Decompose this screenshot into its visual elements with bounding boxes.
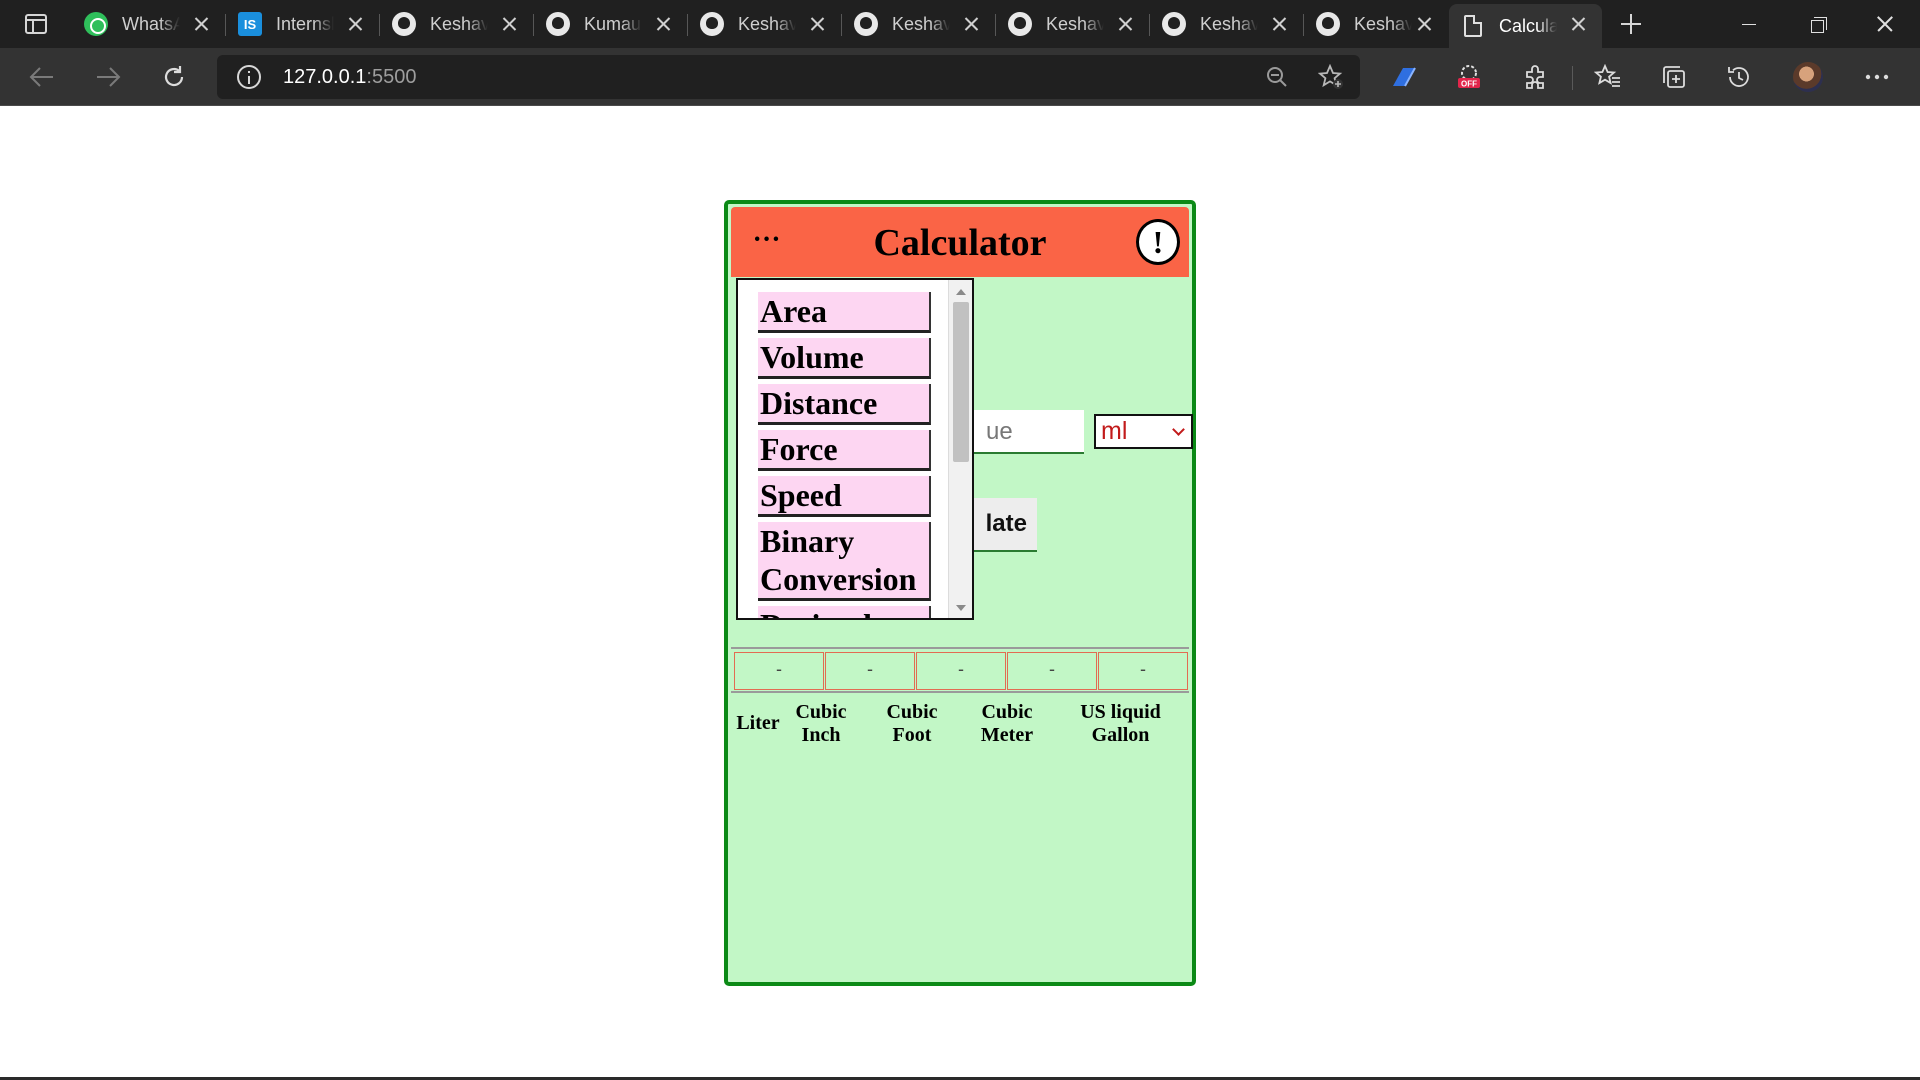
tab-close-icon[interactable] bbox=[1412, 12, 1436, 36]
label-cubic-inch: Cubic Inch bbox=[795, 701, 847, 746]
zoom-out-icon[interactable] bbox=[1263, 63, 1291, 91]
tab-close-icon[interactable] bbox=[1566, 12, 1590, 36]
tab-close-icon[interactable] bbox=[1113, 12, 1137, 36]
sidebar-toggle-button[interactable] bbox=[12, 8, 60, 40]
whatsapp-icon bbox=[84, 12, 108, 36]
tab-close-icon[interactable] bbox=[343, 12, 367, 36]
tab-github-keshav[interactable]: Keshav bbox=[1304, 4, 1448, 44]
calculator-header: ··· Calculator ! bbox=[731, 207, 1189, 277]
collections-icon[interactable] bbox=[1657, 60, 1691, 94]
toolbar-divider bbox=[1572, 66, 1573, 90]
info-button[interactable]: ! bbox=[1136, 219, 1180, 265]
result-cubic-meter: - bbox=[1007, 652, 1097, 690]
tab-github-keshav[interactable]: Keshav bbox=[688, 4, 842, 44]
menu-item-speed[interactable]: Speed bbox=[758, 476, 931, 517]
browser-toolbar: 127.0.0.1:5500 OFF bbox=[0, 48, 1920, 106]
address-bar[interactable]: 127.0.0.1:5500 bbox=[217, 55, 1360, 99]
tab-close-icon[interactable] bbox=[497, 12, 521, 36]
extensions-puzzle-icon[interactable] bbox=[1518, 60, 1552, 94]
menu-item-binary-conversion[interactable]: Binary Conversion bbox=[758, 522, 931, 601]
tab-title: Internshala bbox=[276, 13, 334, 34]
menu-item-area[interactable]: Area bbox=[758, 292, 931, 333]
reload-button[interactable] bbox=[156, 59, 192, 95]
conversion-menu: Area Volume Distance Force Speed Binary … bbox=[736, 278, 974, 620]
github-icon bbox=[1316, 12, 1340, 36]
page-icon bbox=[1461, 14, 1485, 38]
menu-item-force[interactable]: Force bbox=[758, 430, 931, 471]
tab-github-keshav[interactable]: Keshav bbox=[842, 4, 996, 44]
scrollbar-thumb[interactable] bbox=[953, 302, 969, 462]
extension-arrow-icon[interactable] bbox=[1386, 60, 1420, 94]
unit-select[interactable]: ml bbox=[1094, 414, 1193, 449]
history-icon[interactable] bbox=[1722, 60, 1756, 94]
url-text[interactable]: 127.0.0.1:5500 bbox=[283, 66, 416, 89]
tab-title: Keshav bbox=[1046, 13, 1104, 34]
browser-tab-bar: WhatsApp IS Internshala Keshav Kumau Kes… bbox=[0, 0, 1920, 48]
tab-close-icon[interactable] bbox=[651, 12, 675, 36]
tab-title: Calculator bbox=[1499, 15, 1557, 36]
sidebar-icon bbox=[25, 14, 47, 34]
tab-github-keshav[interactable]: Keshav bbox=[380, 4, 534, 44]
tab-title: Keshav bbox=[1354, 13, 1412, 34]
scroll-down-icon[interactable] bbox=[956, 605, 966, 611]
menu-item-distance[interactable]: Distance bbox=[758, 384, 931, 425]
tab-github-kumau[interactable]: Kumau bbox=[534, 4, 688, 44]
label-cubic-meter: Cubic Meter bbox=[980, 701, 1034, 746]
tab-title: Keshav bbox=[892, 13, 950, 34]
github-icon bbox=[854, 12, 878, 36]
tab-close-icon[interactable] bbox=[1267, 12, 1291, 36]
label-us-liquid-gallon: US liquid Gallon bbox=[1080, 701, 1161, 746]
reload-icon bbox=[164, 66, 184, 87]
unit-select-value: ml bbox=[1101, 417, 1128, 445]
forward-arrow-icon bbox=[97, 67, 121, 87]
tab-close-icon[interactable] bbox=[959, 12, 983, 36]
tab-title: Keshav bbox=[1200, 13, 1258, 34]
forward-button[interactable] bbox=[90, 59, 126, 95]
result-cubic-inch: - bbox=[825, 652, 915, 690]
add-favorite-icon[interactable] bbox=[1317, 63, 1345, 91]
tab-title: Keshav bbox=[738, 13, 796, 34]
results-row: - - - - - bbox=[731, 647, 1189, 693]
internshala-icon: IS bbox=[238, 12, 262, 36]
minimize-button[interactable] bbox=[1714, 0, 1784, 48]
tab-calculator-active[interactable]: Calculator bbox=[1449, 4, 1602, 48]
menu-item-volume[interactable]: Volume bbox=[758, 338, 931, 379]
tab-github-keshav[interactable]: Keshav bbox=[1150, 4, 1304, 44]
github-icon bbox=[546, 12, 570, 36]
back-arrow-icon bbox=[29, 67, 53, 87]
calculator-panel: ··· Calculator ! nversions ue ml late - … bbox=[724, 200, 1196, 986]
svg-text:OFF: OFF bbox=[1461, 80, 1477, 89]
page-title: Calculator bbox=[873, 222, 1047, 264]
tab-internshala[interactable]: IS Internshala bbox=[226, 4, 380, 44]
github-icon bbox=[700, 12, 724, 36]
new-tab-button[interactable] bbox=[1615, 8, 1647, 40]
favorites-icon[interactable] bbox=[1591, 60, 1625, 94]
result-us-gallon: - bbox=[1098, 652, 1188, 690]
extension-off-icon[interactable]: OFF bbox=[1452, 60, 1486, 94]
tab-title: WhatsApp bbox=[122, 13, 180, 34]
menu-item-decimal[interactable]: Decimal bbox=[758, 606, 931, 618]
github-icon bbox=[1008, 12, 1032, 36]
back-button[interactable] bbox=[24, 59, 60, 95]
label-cubic-foot: Cubic Foot bbox=[886, 701, 938, 746]
github-icon bbox=[392, 12, 416, 36]
tab-title: Kumau bbox=[584, 13, 642, 34]
tab-close-icon[interactable] bbox=[805, 12, 829, 36]
close-window-button[interactable] bbox=[1850, 0, 1920, 48]
site-info-icon[interactable] bbox=[237, 65, 261, 89]
scroll-up-icon[interactable] bbox=[956, 289, 966, 295]
menu-scrollbar[interactable] bbox=[948, 280, 972, 618]
tab-github-keshav[interactable]: Keshav bbox=[996, 4, 1150, 44]
tab-close-icon[interactable] bbox=[189, 12, 213, 36]
chevron-down-icon bbox=[1172, 423, 1185, 436]
result-cubic-foot: - bbox=[916, 652, 1006, 690]
more-options-icon[interactable] bbox=[1860, 60, 1894, 94]
result-liter: - bbox=[734, 652, 824, 690]
restore-button[interactable] bbox=[1782, 0, 1852, 48]
tab-whatsapp[interactable]: WhatsApp bbox=[72, 4, 226, 44]
profile-avatar[interactable] bbox=[1791, 60, 1825, 94]
tab-title: Keshav bbox=[430, 13, 488, 34]
github-icon bbox=[1162, 12, 1186, 36]
